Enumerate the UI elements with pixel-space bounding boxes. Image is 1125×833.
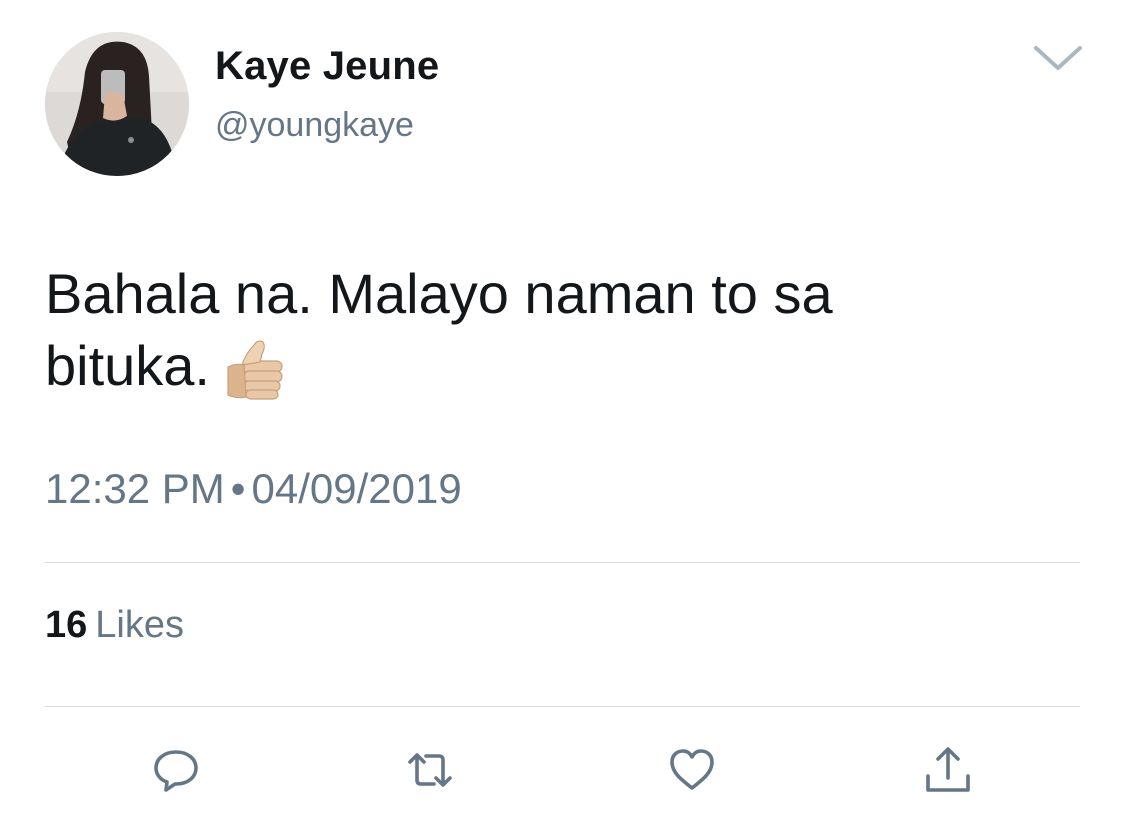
tweet-time: 12:32 PM: [45, 465, 225, 512]
chevron-down-icon[interactable]: [1030, 40, 1086, 76]
tweet-date: 04/09/2019: [251, 465, 462, 512]
thumbs-up-icon: [224, 335, 290, 401]
reply-button[interactable]: [146, 740, 206, 800]
retweet-button[interactable]: [400, 740, 460, 800]
like-heart-icon: [670, 749, 714, 790]
share-button[interactable]: [918, 740, 978, 800]
retweet-icon: [408, 753, 452, 787]
share-icon: [926, 747, 970, 792]
like-button[interactable]: [662, 740, 722, 800]
tweet-card: Kaye Jeune @youngkaye Bahala na. Malayo …: [0, 0, 1125, 833]
timestamp-separator: •: [230, 465, 246, 512]
likes-stat[interactable]: 16 Likes: [45, 602, 184, 648]
divider: [45, 706, 1080, 707]
tweet-text-line: Bahala na. Malayo naman to sa: [45, 262, 833, 325]
likes-count: 16: [45, 604, 88, 646]
tweet-text-segment: bituka.: [45, 334, 210, 397]
tweet-timestamp[interactable]: 12:32 PM • 04/09/2019: [45, 462, 462, 516]
divider: [45, 562, 1080, 563]
tweet-text-line: bituka.: [45, 330, 1085, 402]
avatar[interactable]: [45, 32, 189, 176]
likes-label: Likes: [95, 604, 184, 646]
reply-icon: [154, 750, 198, 792]
tweet-text: Bahala na. Malayo naman to sa bituka.: [45, 258, 1085, 402]
author-handle[interactable]: @youngkaye: [215, 103, 414, 147]
author-display-name[interactable]: Kaye Jeune: [215, 40, 439, 92]
avatar-photo: [45, 32, 189, 176]
